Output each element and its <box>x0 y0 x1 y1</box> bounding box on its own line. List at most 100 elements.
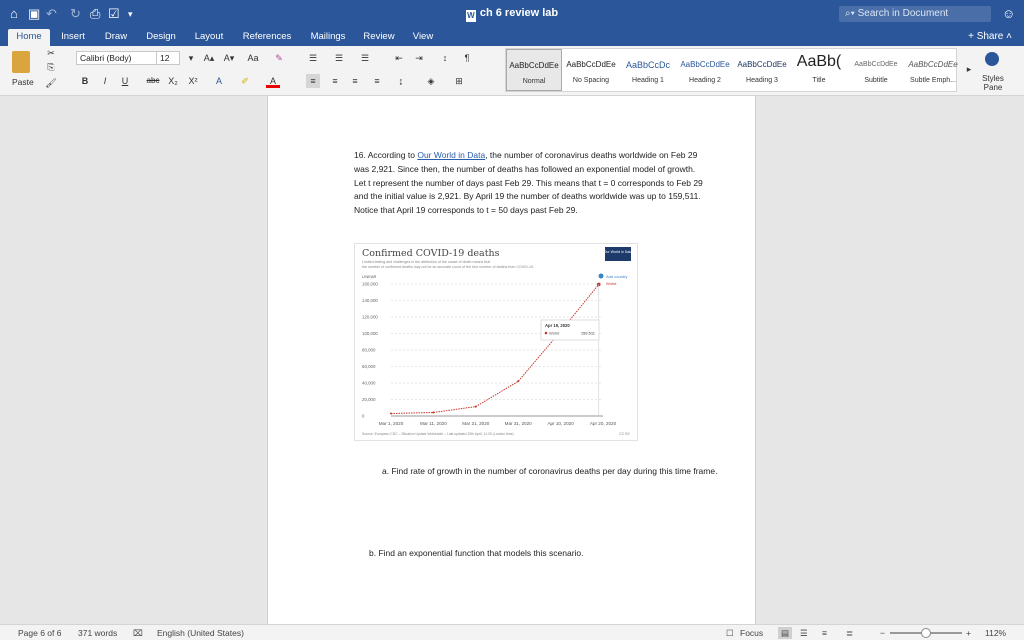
tab-insert[interactable]: Insert <box>56 29 90 46</box>
add-country-icon <box>598 273 604 279</box>
outline-view-icon[interactable]: ☰ <box>800 627 808 639</box>
zoom-slider-handle[interactable] <box>921 628 931 638</box>
bullets-icon[interactable]: ☰ <box>306 51 320 65</box>
decrease-indent-icon[interactable]: ⇤ <box>392 51 406 65</box>
italic-icon[interactable]: I <box>98 74 112 88</box>
share-label: Share <box>976 31 1004 42</box>
style-title[interactable]: AaBb(Title <box>791 49 847 91</box>
y-tick-label: 120,000 <box>362 315 378 320</box>
strikethrough-icon[interactable]: abc <box>144 74 162 88</box>
zoom-out-icon[interactable]: − <box>880 627 885 639</box>
search-placeholder: Search in Document <box>857 8 949 19</box>
font-size-dropdown-icon[interactable]: ▾ <box>184 51 198 65</box>
scissors-icon[interactable]: ✂ <box>44 46 58 60</box>
style-heading-2[interactable]: AaBbCcDdEe Heading 2 <box>677 49 733 91</box>
style-name: Heading 1 <box>632 77 664 84</box>
page-count[interactable]: Page 6 of 6 <box>18 627 61 639</box>
align-right-icon[interactable]: ≡ <box>348 74 362 88</box>
font-name-select[interactable]: Calibri (Body) <box>76 51 158 65</box>
underline-icon[interactable]: U <box>118 74 132 88</box>
print-layout-icon[interactable]: ▤ <box>778 627 792 639</box>
web-layout-icon[interactable]: ≣ <box>846 627 853 639</box>
window-title-text: ch 6 review lab <box>479 7 559 19</box>
paste-button[interactable]: Paste <box>12 76 34 88</box>
style-subtitle[interactable]: AaBbCcDdEe Subtitle <box>848 49 904 91</box>
chart-license: CC BY <box>619 432 631 436</box>
highlight-icon[interactable]: ✐ <box>238 74 252 88</box>
account-icon[interactable]: ☺ <box>1002 6 1015 22</box>
tab-mailings[interactable]: Mailings <box>306 29 350 46</box>
style-name: Heading 3 <box>746 77 778 84</box>
document-page[interactable]: 16. According to Our World in Data, the … <box>267 96 756 624</box>
format-painter-icon[interactable]: 🖌 <box>44 76 58 90</box>
clipboard-icon[interactable] <box>12 51 30 73</box>
multilevel-list-icon[interactable]: ☰ <box>358 51 372 65</box>
tab-view[interactable]: View <box>408 29 438 46</box>
bold-icon[interactable]: B <box>78 74 92 88</box>
draft-view-icon[interactable]: ≡ <box>822 627 827 639</box>
search-input[interactable]: ⌕▾ Search in Document <box>839 6 991 22</box>
justify-icon[interactable]: ≡ <box>370 74 384 88</box>
font-size-select[interactable]: 12 <box>156 51 180 65</box>
zoom-in-icon[interactable]: + <box>966 627 971 639</box>
style-normal[interactable]: AaBbCcDdEe Normal <box>506 49 562 91</box>
align-center-icon[interactable]: ≡ <box>328 74 342 88</box>
covid-deaths-chart[interactable]: Confirmed COVID-19 deaths Limited testing… <box>354 243 638 441</box>
shading-icon[interactable]: ◈ <box>424 74 438 88</box>
styles-pane-button[interactable]: Styles Pane <box>978 74 1008 92</box>
gallery-more-icon[interactable]: ▸ <box>962 62 976 76</box>
x-tick-label: Mar 31, 2020 <box>505 421 533 426</box>
tab-draw[interactable]: Draw <box>100 29 132 46</box>
y-tick-label: 160,000 <box>362 282 378 287</box>
increase-indent-icon[interactable]: ⇥ <box>412 51 426 65</box>
clear-formatting-icon[interactable]: ✎ <box>272 51 286 65</box>
style-subtle-emphasis[interactable]: AaBbCcDdEe Subtle Emph... <box>905 49 961 91</box>
borders-icon[interactable]: ⊞ <box>452 74 466 88</box>
style-heading-1[interactable]: AaBbCcDc Heading 1 <box>620 49 676 91</box>
show-formatting-icon[interactable]: ¶ <box>460 51 474 65</box>
question-part-b: b. Find an exponential function that mod… <box>369 548 584 558</box>
our-world-in-data-link[interactable]: Our World in Data <box>417 150 485 160</box>
word-count[interactable]: 371 words <box>78 627 117 639</box>
style-name: Subtle Emph... <box>910 77 956 84</box>
question-number: 16. According to <box>354 150 418 160</box>
tab-layout[interactable]: Layout <box>190 29 228 46</box>
ribbon-home: ✂ ⎘ 🖌 Paste Calibri (Body) ▾ 12 ▾ A▴ A▾ … <box>0 46 1024 96</box>
style-name: Normal <box>522 78 546 85</box>
style-name: No Spacing <box>572 77 610 84</box>
align-left-icon[interactable]: ≡ <box>306 74 320 88</box>
style-preview: AaBbCcDdEe <box>908 60 958 69</box>
text-effects-icon[interactable]: A <box>212 74 226 88</box>
tab-design[interactable]: Design <box>142 29 180 46</box>
language[interactable]: English (United States) <box>157 627 244 639</box>
y-tick-label: 100,000 <box>362 331 378 336</box>
subscript-icon[interactable]: X₂ <box>166 74 180 88</box>
tab-review[interactable]: Review <box>360 29 398 46</box>
zoom-level[interactable]: 112% <box>985 627 1006 639</box>
styles-pane-icon[interactable] <box>985 52 999 66</box>
y-scale-label: LINEAR <box>362 274 377 279</box>
add-country-button: Add country <box>606 274 627 279</box>
y-tick-label: 20,000 <box>362 397 376 402</box>
style-no-spacing[interactable]: AaBbCcDdEe No Spacing <box>563 49 619 91</box>
tab-home[interactable]: Home <box>8 29 50 46</box>
grow-font-icon[interactable]: A▴ <box>202 51 216 65</box>
line-spacing-icon[interactable]: ↨ <box>394 74 408 88</box>
focus-button[interactable]: Focus <box>740 627 763 639</box>
y-tick-label: 140,000 <box>362 298 378 303</box>
copy-icon[interactable]: ⎘ <box>44 60 58 74</box>
tab-references[interactable]: References <box>238 29 296 46</box>
sort-icon[interactable]: ↕ <box>438 51 452 65</box>
focus-icon[interactable]: ☐ <box>726 627 734 639</box>
shrink-font-icon[interactable]: A▾ <box>222 51 236 65</box>
proofing-icon[interactable]: ⌧ <box>133 627 143 639</box>
share-button[interactable]: + Share ˄ <box>968 31 1012 42</box>
data-point <box>432 411 435 414</box>
superscript-icon[interactable]: X² <box>186 74 200 88</box>
change-case-icon[interactable]: Aa <box>246 51 260 65</box>
y-tick-label: 40,000 <box>362 381 376 386</box>
font-color-icon[interactable]: A <box>266 74 280 88</box>
tooltip-date: Apr 19, 2020 <box>545 323 570 328</box>
numbering-icon[interactable]: ☰ <box>332 51 346 65</box>
style-heading-3[interactable]: AaBbCcDdEe Heading 3 <box>734 49 790 91</box>
